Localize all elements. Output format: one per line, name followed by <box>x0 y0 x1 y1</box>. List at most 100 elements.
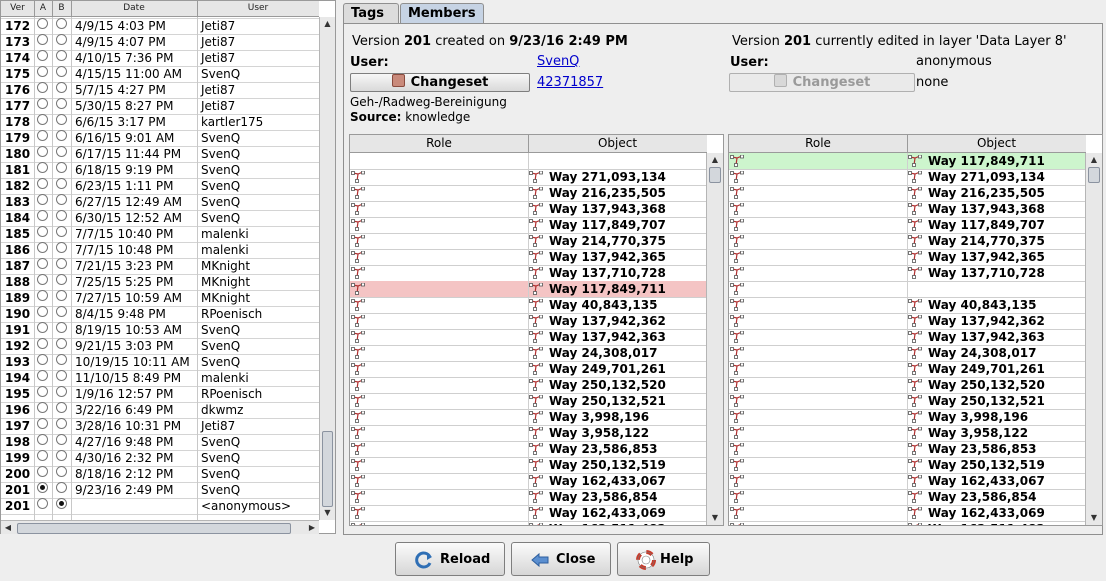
member-row[interactable]: Way 250,132,519 <box>350 457 707 474</box>
radio-a[interactable] <box>37 354 48 365</box>
member-row[interactable]: Way 162,433,069 <box>729 505 1086 522</box>
radio-b[interactable] <box>56 210 67 221</box>
radio-a[interactable] <box>37 210 48 221</box>
radio-b[interactable] <box>56 386 67 397</box>
history-horizontal-scrollbar[interactable]: ◀ ▶ <box>1 520 319 534</box>
column-header-ver[interactable]: Ver <box>1 1 35 17</box>
history-row[interactable]: 174 4/10/15 7:36 PM Jeti87 <box>1 50 319 67</box>
radio-b[interactable] <box>56 82 67 93</box>
member-row[interactable]: Way 250,132,521 <box>729 393 1086 410</box>
history-row[interactable]: 175 4/15/15 11:00 AM SvenQ <box>1 66 319 83</box>
member-row[interactable]: Way 117,849,711 <box>350 281 707 298</box>
column-header-b[interactable]: B <box>52 1 72 17</box>
member-row[interactable]: Way 23,586,854 <box>350 489 707 506</box>
left-changeset-link[interactable]: 42371857 <box>537 75 603 90</box>
radio-a[interactable] <box>37 242 48 253</box>
radio-a[interactable] <box>37 194 48 205</box>
history-row[interactable]: 173 4/9/15 4:07 PM Jeti87 <box>1 34 319 51</box>
radio-a[interactable] <box>37 18 48 29</box>
history-row[interactable]: 177 5/30/15 8:27 PM Jeti87 <box>1 98 319 115</box>
scroll-right-arrow-icon[interactable]: ▶ <box>305 521 319 535</box>
member-row[interactable]: Way 40,843,135 <box>729 297 1086 314</box>
radio-a[interactable] <box>37 386 48 397</box>
history-row[interactable]: 182 6/23/15 1:11 PM SvenQ <box>1 178 319 195</box>
history-row[interactable]: 188 7/25/15 5:25 PM MKnight <box>1 274 319 291</box>
member-row[interactable] <box>350 153 707 170</box>
radio-a[interactable] <box>37 34 48 45</box>
member-row[interactable]: Way 117,849,707 <box>729 217 1086 234</box>
radio-a[interactable] <box>37 370 48 381</box>
radio-b[interactable] <box>56 34 67 45</box>
radio-a[interactable] <box>37 226 48 237</box>
radio-b[interactable] <box>56 114 67 125</box>
radio-b[interactable] <box>56 130 67 141</box>
member-row[interactable]: Way 137,942,363 <box>729 329 1086 346</box>
history-row[interactable]: 201 9/23/16 2:49 PM SvenQ <box>1 482 319 499</box>
member-row[interactable]: Way 250,132,519 <box>729 457 1086 474</box>
horizontal-scroll-thumb[interactable] <box>17 523 291 534</box>
scroll-thumb[interactable] <box>322 431 333 507</box>
member-row[interactable]: Way 3,998,196 <box>729 409 1086 426</box>
object-column-header[interactable]: Object <box>907 135 1086 152</box>
radio-a[interactable] <box>37 98 48 109</box>
member-row[interactable]: Way 271,093,134 <box>350 169 707 186</box>
radio-a[interactable] <box>37 418 48 429</box>
column-header-date[interactable]: Date <box>71 1 198 17</box>
member-row[interactable]: Way 137,710,728 <box>729 265 1086 282</box>
column-header-user[interactable]: User <box>197 1 319 17</box>
radio-a[interactable] <box>37 146 48 157</box>
scroll-up-arrow-icon[interactable]: ▲ <box>707 153 723 167</box>
radio-a[interactable] <box>37 338 48 349</box>
history-row[interactable]: 198 4/27/16 9:48 PM SvenQ <box>1 434 319 451</box>
member-row[interactable]: Way 23,586,853 <box>729 441 1086 458</box>
radio-a[interactable] <box>37 482 48 493</box>
member-row[interactable]: Way 137,942,365 <box>729 249 1086 266</box>
history-row[interactable]: 195 1/9/16 12:57 PM RPoenisch <box>1 386 319 403</box>
member-row[interactable]: Way 216,235,505 <box>350 185 707 202</box>
radio-b[interactable] <box>56 450 67 461</box>
member-row[interactable]: Way 3,998,196 <box>350 409 707 426</box>
radio-b[interactable] <box>56 194 67 205</box>
role-column-header[interactable]: Role <box>350 135 529 152</box>
radio-b[interactable] <box>56 354 67 365</box>
history-row[interactable]: 190 8/4/15 9:48 PM RPoenisch <box>1 306 319 323</box>
radio-b[interactable] <box>56 178 67 189</box>
radio-a[interactable] <box>37 82 48 93</box>
member-row[interactable]: Way 137,942,363 <box>350 329 707 346</box>
member-row[interactable]: Way 137,942,362 <box>350 313 707 330</box>
right-changeset-button[interactable]: Changeset <box>729 73 915 92</box>
radio-b[interactable] <box>56 274 67 285</box>
history-row[interactable]: 183 6/27/15 12:49 AM SvenQ <box>1 194 319 211</box>
member-row[interactable]: Way 137,710,728 <box>350 265 707 282</box>
radio-a[interactable] <box>37 290 48 301</box>
scroll-left-arrow-icon[interactable]: ◀ <box>1 521 15 535</box>
history-row[interactable]: 181 6/18/15 9:19 PM SvenQ <box>1 162 319 179</box>
history-row[interactable]: 179 6/16/15 9:01 AM SvenQ <box>1 130 319 147</box>
radio-a[interactable] <box>37 306 48 317</box>
history-row[interactable]: 180 6/17/15 11:44 PM SvenQ <box>1 146 319 163</box>
left-user-link[interactable]: SvenQ <box>537 54 579 69</box>
right-members-scrollbar[interactable]: ▲ ▼ <box>1085 153 1102 525</box>
radio-a[interactable] <box>37 178 48 189</box>
member-row[interactable]: Way 271,093,134 <box>729 169 1086 186</box>
radio-b[interactable] <box>56 466 67 477</box>
history-row[interactable]: 193 10/19/15 10:11 AM SvenQ <box>1 354 319 371</box>
radio-a[interactable] <box>37 322 48 333</box>
member-row[interactable]: Way 162,433,067 <box>729 473 1086 490</box>
member-row[interactable]: Way 117,849,707 <box>350 217 707 234</box>
radio-b[interactable] <box>56 162 67 173</box>
radio-a[interactable] <box>37 466 48 477</box>
history-row[interactable]: 189 7/27/15 10:59 AM MKnight <box>1 290 319 307</box>
radio-a[interactable] <box>37 114 48 125</box>
history-row[interactable]: 192 9/21/15 3:03 PM SvenQ <box>1 338 319 355</box>
radio-b[interactable] <box>56 338 67 349</box>
member-row[interactable]: Way 24,308,017 <box>350 345 707 362</box>
radio-b[interactable] <box>56 434 67 445</box>
history-row[interactable]: 197 3/28/16 10:31 PM Jeti87 <box>1 418 319 435</box>
history-row[interactable]: 200 8/18/16 2:12 PM SvenQ <box>1 466 319 483</box>
history-row[interactable]: 199 4/30/16 2:32 PM SvenQ <box>1 450 319 467</box>
history-row[interactable]: 176 5/7/15 4:27 PM Jeti87 <box>1 82 319 99</box>
member-row[interactable]: Way 214,770,375 <box>729 233 1086 250</box>
role-column-header[interactable]: Role <box>729 135 908 152</box>
member-row[interactable]: Way 137,942,362 <box>729 313 1086 330</box>
